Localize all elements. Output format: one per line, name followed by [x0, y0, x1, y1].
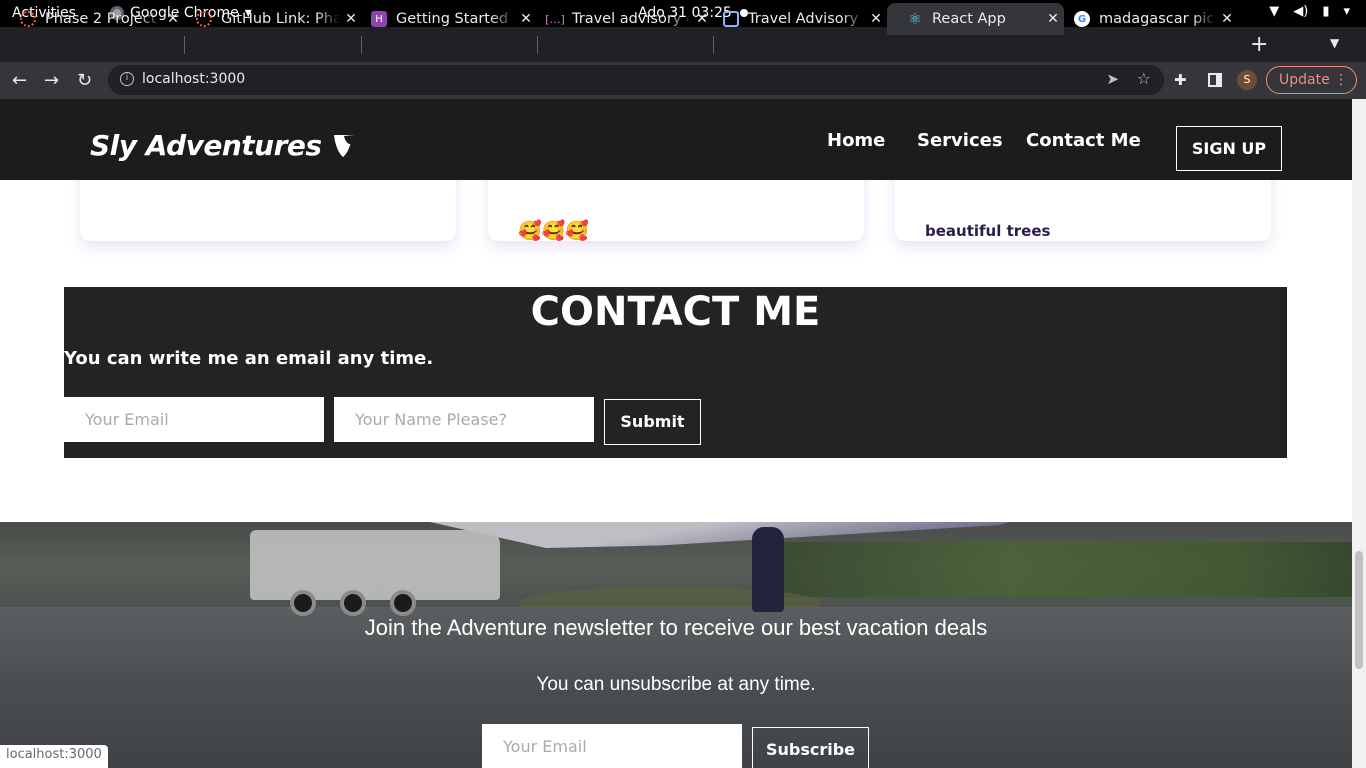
volume-icon: ◀): [1293, 4, 1309, 19]
google-icon: G: [1074, 11, 1090, 27]
avatar[interactable]: S: [1237, 70, 1257, 90]
card-text: beautiful trees: [925, 222, 1051, 240]
system-tray[interactable]: ▼ ◀) ▮ ▾: [1269, 4, 1350, 19]
brackets-icon: […]: [545, 12, 565, 26]
newsletter-title: Join the Adventure newsletter to receive…: [364, 615, 988, 640]
newsletter-section: Join the Adventure newsletter to receive…: [0, 522, 1352, 768]
browser-toolbar: ← → ↻ i localhost:3000 ➤ ☆: [0, 62, 1366, 99]
page-scrollbar[interactable]: [1352, 99, 1366, 768]
nav-home[interactable]: Home: [827, 130, 885, 151]
ubuntu-icon: [20, 11, 36, 27]
side-panel-icon[interactable]: [1208, 73, 1222, 87]
submit-button[interactable]: Submit: [604, 399, 701, 445]
update-label: Update: [1279, 72, 1330, 88]
sign-up-button[interactable]: SIGN UP: [1176, 126, 1282, 171]
typo3-logo-icon: [333, 134, 354, 157]
subscribe-button[interactable]: Subscribe: [752, 727, 869, 768]
tab-madagascar[interactable]: G madagascar pict ✕: [1054, 3, 1238, 35]
tab-separator: [184, 36, 185, 54]
tab-react-app[interactable]: ⚛ React App ✕: [887, 3, 1064, 35]
scrollbar-thumb[interactable]: [1355, 551, 1363, 669]
card-emoji: 🥰🥰🥰: [518, 220, 589, 242]
tab-title: Travel Advisory: [748, 11, 859, 27]
tab-search-icon[interactable]: ▼: [1330, 36, 1339, 50]
extensions-icon[interactable]: ✚: [1174, 71, 1187, 89]
h-icon: H: [371, 11, 387, 27]
back-icon[interactable]: ←: [12, 70, 27, 91]
tab-title: madagascar pict: [1099, 11, 1216, 27]
wifi-icon: ▼: [1269, 4, 1280, 19]
tab-phase2[interactable]: Phase 2 Project c ✕: [0, 3, 184, 35]
url-text[interactable]: localhost:3000: [142, 71, 245, 87]
contact-name-input[interactable]: Your Name Please?: [334, 397, 594, 442]
globe-icon: [723, 11, 739, 27]
react-icon: ⚛: [908, 10, 922, 28]
bookmark-star-icon[interactable]: ☆: [1137, 69, 1151, 88]
contact-subtitle: You can write me an email any time.: [64, 348, 434, 369]
site-header: Sly Adventures Home Services Contact Me …: [0, 99, 1352, 180]
contact-email-input[interactable]: Your Email: [64, 397, 324, 442]
forward-icon[interactable]: →: [44, 70, 59, 91]
tab-separator: [537, 36, 538, 54]
tab-title: Getting Started: [396, 11, 509, 27]
battery-icon: ▮: [1322, 4, 1330, 19]
site-logo[interactable]: Sly Adventures: [90, 129, 356, 162]
tab-travel-advisory-c[interactable]: […] Travel advisory c ✕: [527, 3, 713, 35]
chevron-down-icon: ▾: [1343, 4, 1350, 19]
newsletter-email-input[interactable]: Your Email: [482, 724, 742, 768]
tab-getting-started[interactable]: H Getting Started ✕: [351, 3, 537, 35]
more-menu-icon: ⋮: [1334, 72, 1348, 88]
tab-title: Phase 2 Project c: [45, 11, 162, 27]
nav-services[interactable]: Services: [917, 130, 1003, 151]
contact-title: CONTACT ME: [530, 289, 821, 335]
tab-travel-advisory[interactable]: Travel Advisory ✕: [703, 3, 887, 35]
address-bar[interactable]: i localhost:3000 ➤ ☆: [108, 65, 1164, 95]
info-icon[interactable]: i: [120, 72, 134, 86]
tab-separator: [361, 36, 362, 54]
nav-contact-me[interactable]: Contact Me: [1026, 130, 1141, 151]
page-viewport: 🥰🥰🥰 beautiful trees Sly Adventures Home …: [0, 99, 1352, 768]
newsletter-subtitle: You can unsubscribe at any time.: [536, 674, 816, 695]
status-bar-url: localhost:3000: [0, 745, 108, 768]
tab-github[interactable]: GitHub Link: Pha ✕: [176, 3, 362, 35]
close-icon[interactable]: ✕: [865, 11, 887, 27]
tab-title: React App: [932, 11, 1006, 27]
reload-icon[interactable]: ↻: [77, 70, 92, 91]
send-icon[interactable]: ➤: [1106, 70, 1119, 88]
tab-separator: [713, 36, 714, 54]
contact-section: CONTACT ME You can write me an email any…: [64, 287, 1287, 458]
tab-title: GitHub Link: Pha: [221, 11, 340, 27]
close-icon[interactable]: ✕: [1216, 11, 1238, 27]
new-tab-button[interactable]: +: [1250, 32, 1268, 57]
tab-title: Travel advisory c: [572, 11, 691, 27]
logo-text: Sly Adventures: [90, 129, 322, 162]
ubuntu-icon: [196, 11, 212, 27]
update-button[interactable]: Update ⋮: [1266, 66, 1357, 94]
